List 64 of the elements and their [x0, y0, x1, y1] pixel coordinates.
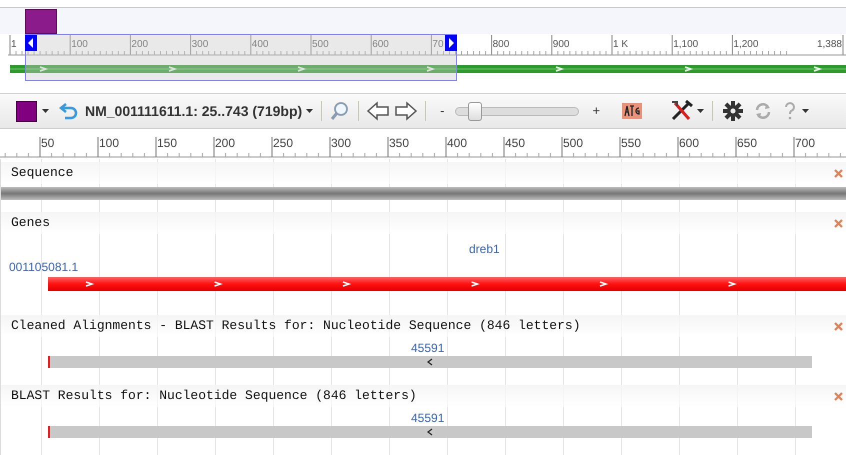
close-icon[interactable]	[834, 168, 843, 178]
ruler-label: 400	[252, 39, 268, 51]
ruler-label: 200	[131, 39, 148, 51]
caret-icon	[802, 109, 810, 113]
gene-feature-bar[interactable]	[48, 277, 846, 291]
ruler-label: 250	[273, 136, 294, 150]
ruler-label: 200	[215, 136, 236, 150]
right-handle-icon[interactable]	[445, 35, 457, 51]
close-icon[interactable]	[834, 322, 843, 330]
caret-icon	[697, 109, 704, 113]
caret-icon	[42, 109, 49, 113]
search-icon[interactable]	[330, 101, 350, 121]
right-arrow-icon[interactable]	[395, 101, 418, 121]
ruler-label: 50	[41, 136, 54, 150]
settings-icon[interactable]	[723, 101, 744, 121]
slider-thumb[interactable]	[468, 102, 482, 120]
track-title: BLAST Results for: Nucleotide Sequence (846 letters)	[11, 387, 417, 406]
ruler-label: 100	[99, 136, 120, 150]
left-handle-icon[interactable]	[25, 35, 37, 51]
hit-label[interactable]: 45591	[411, 409, 444, 427]
undo-arrow-icon[interactable]	[59, 102, 79, 120]
ruler-label: 650	[737, 136, 758, 150]
help-button[interactable]	[783, 101, 810, 121]
ruler-label: 700	[795, 136, 816, 150]
tools-button[interactable]	[670, 100, 704, 122]
zoom-slider[interactable]	[454, 102, 579, 120]
track-title: Sequence	[11, 164, 74, 182]
overview-marker	[25, 9, 57, 34]
zoom-out-button[interactable]: -	[440, 101, 445, 121]
color-picker-button[interactable]	[16, 100, 49, 122]
track-title: Cleaned Alignments - BLAST Results for: Nucleotide Sequence (846 letters)	[11, 317, 580, 336]
ruler-label: 550	[621, 136, 642, 150]
track-title: Genes	[11, 214, 50, 232]
ruler-label: 600	[372, 39, 389, 51]
ruler-label: 900	[552, 39, 570, 51]
gene-label[interactable]: dreb1	[469, 240, 500, 258]
ruler-label: 1,100	[673, 39, 698, 51]
ruler-label: 100	[71, 39, 88, 51]
ruler-label: 1,388	[816, 39, 842, 51]
ruler-label: 1 K	[613, 39, 628, 51]
ruler-label: 300	[331, 136, 352, 150]
ruler-label: 600	[679, 136, 700, 150]
left-arrow-icon[interactable]	[367, 101, 390, 121]
caret-icon	[306, 109, 314, 113]
ruler-label: 400	[447, 136, 468, 150]
sequence-letters-icon[interactable]	[622, 103, 642, 119]
zoom-in-button[interactable]: +	[592, 101, 600, 121]
ruler-label: 500	[312, 39, 329, 51]
ruler-label: 150	[157, 136, 178, 150]
ruler-label: 1	[11, 39, 17, 51]
close-icon[interactable]	[834, 392, 843, 400]
ruler-label: 350	[389, 136, 410, 150]
ruler-label: 1,200	[733, 39, 758, 51]
ruler-label: 500	[563, 136, 584, 150]
color-swatch-icon	[16, 100, 37, 122]
transcript-label[interactable]: 001105081.1	[9, 258, 78, 276]
close-icon[interactable]	[834, 218, 843, 228]
help-icon	[783, 101, 798, 121]
ruler-label: 70	[432, 39, 444, 51]
ruler-label: 450	[505, 136, 526, 150]
hit-label[interactable]: 45591	[411, 339, 444, 357]
ruler-label: 800	[492, 39, 510, 51]
ruler-label: 300	[192, 39, 208, 51]
tools-icon	[670, 100, 694, 122]
